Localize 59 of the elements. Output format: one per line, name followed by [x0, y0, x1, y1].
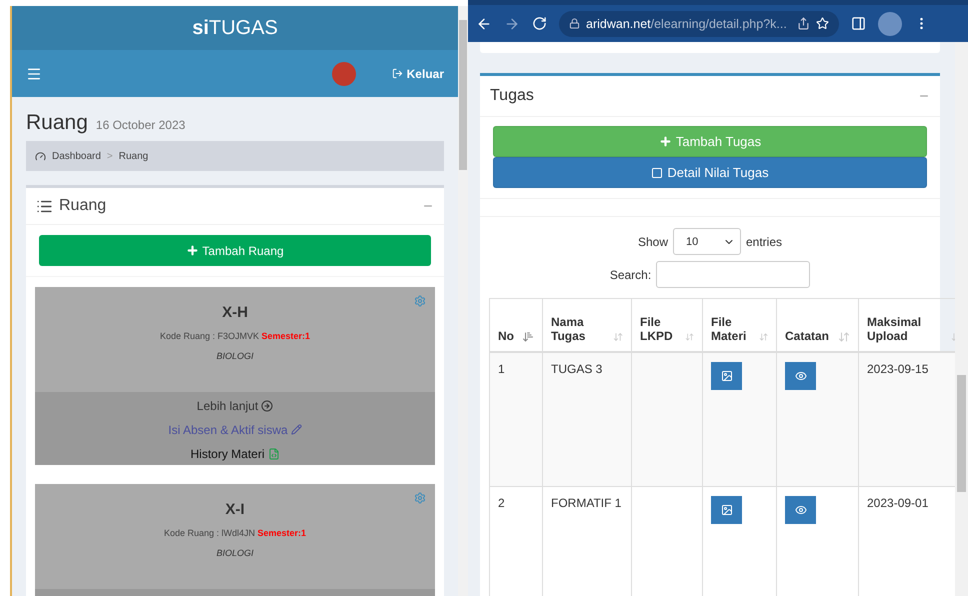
square-icon — [651, 166, 664, 178]
star-icon[interactable] — [816, 17, 829, 30]
page-title: Ruang — [26, 111, 88, 135]
scrollbar[interactable] — [458, 6, 468, 596]
room-subject: BIOLOGI — [216, 548, 254, 558]
show-label: Show — [638, 234, 668, 248]
eye-icon — [794, 504, 806, 516]
card-link[interactable]: History Materi — [190, 444, 280, 463]
box-title: Ruang — [59, 197, 106, 215]
box-title: Tugas — [490, 87, 534, 105]
image-icon — [720, 504, 732, 516]
grade-detail-button[interactable]: Detail Nilai Tugas — [493, 157, 927, 188]
pencil-icon — [290, 424, 302, 435]
room-name: X-H — [222, 304, 248, 321]
breadcrumb-link[interactable]: Dashboard — [52, 150, 101, 162]
search-field[interactable] — [656, 261, 810, 288]
view-button[interactable] — [785, 362, 816, 390]
profile-avatar[interactable] — [878, 12, 902, 36]
app-title: siTUGAS — [12, 6, 458, 50]
table-cell: 2023-09-01 — [858, 486, 955, 596]
page-size-select[interactable]: 10 — [673, 228, 741, 255]
file-button[interactable] — [711, 496, 742, 524]
dashboard-icon — [35, 150, 46, 162]
eye-icon — [794, 370, 806, 382]
share-icon[interactable] — [797, 17, 810, 30]
plus-icon — [186, 244, 200, 257]
view-button[interactable] — [785, 496, 816, 524]
back-icon[interactable] — [476, 16, 492, 32]
page-date: 16 October 2023 — [96, 118, 186, 132]
address-bar[interactable]: aridwan.net/elearning/detail.php?k... — [559, 10, 839, 36]
logout-link[interactable]: Keluar — [392, 66, 444, 80]
breadcrumb-separator: > — [106, 150, 113, 162]
menu-icon[interactable] — [26, 66, 42, 82]
room-code: Kode Ruang : lWdl4JN Semester:1 — [164, 528, 306, 538]
search-label: Search: — [610, 268, 652, 282]
reload-icon[interactable] — [532, 16, 547, 31]
table-cell: FORMATIF 1 — [542, 486, 632, 596]
url-text: aridwan.net/elearning/detail.php?k... — [586, 16, 787, 30]
side-panel-icon[interactable] — [851, 16, 866, 31]
column-header[interactable]: No — [490, 298, 542, 352]
file-button[interactable] — [711, 362, 742, 390]
breadcrumb-link[interactable]: Ruang — [118, 150, 148, 162]
lock-icon — [569, 18, 580, 29]
table-cell: 2023-09-15 — [858, 352, 955, 486]
logout-icon — [392, 68, 403, 79]
table-cell: 2 — [490, 486, 542, 596]
plus-icon — [658, 135, 672, 148]
room-code: Kode Ruang : F3OJMVK Semester:1 — [160, 331, 310, 341]
forward-icon[interactable] — [504, 16, 520, 32]
arrow-circle-icon — [261, 400, 274, 412]
room-name: X-I — [225, 501, 245, 518]
file-icon — [268, 448, 280, 460]
room-subject: BIOLOGI — [216, 351, 254, 361]
table-cell: TUGAS 3 — [542, 352, 632, 486]
table-cell: 1 — [490, 352, 542, 486]
image-icon — [720, 370, 732, 382]
entries-label: entries — [746, 234, 782, 248]
scrollbar[interactable] — [955, 42, 968, 596]
card-link[interactable]: Lebih lanjut — [196, 396, 274, 415]
